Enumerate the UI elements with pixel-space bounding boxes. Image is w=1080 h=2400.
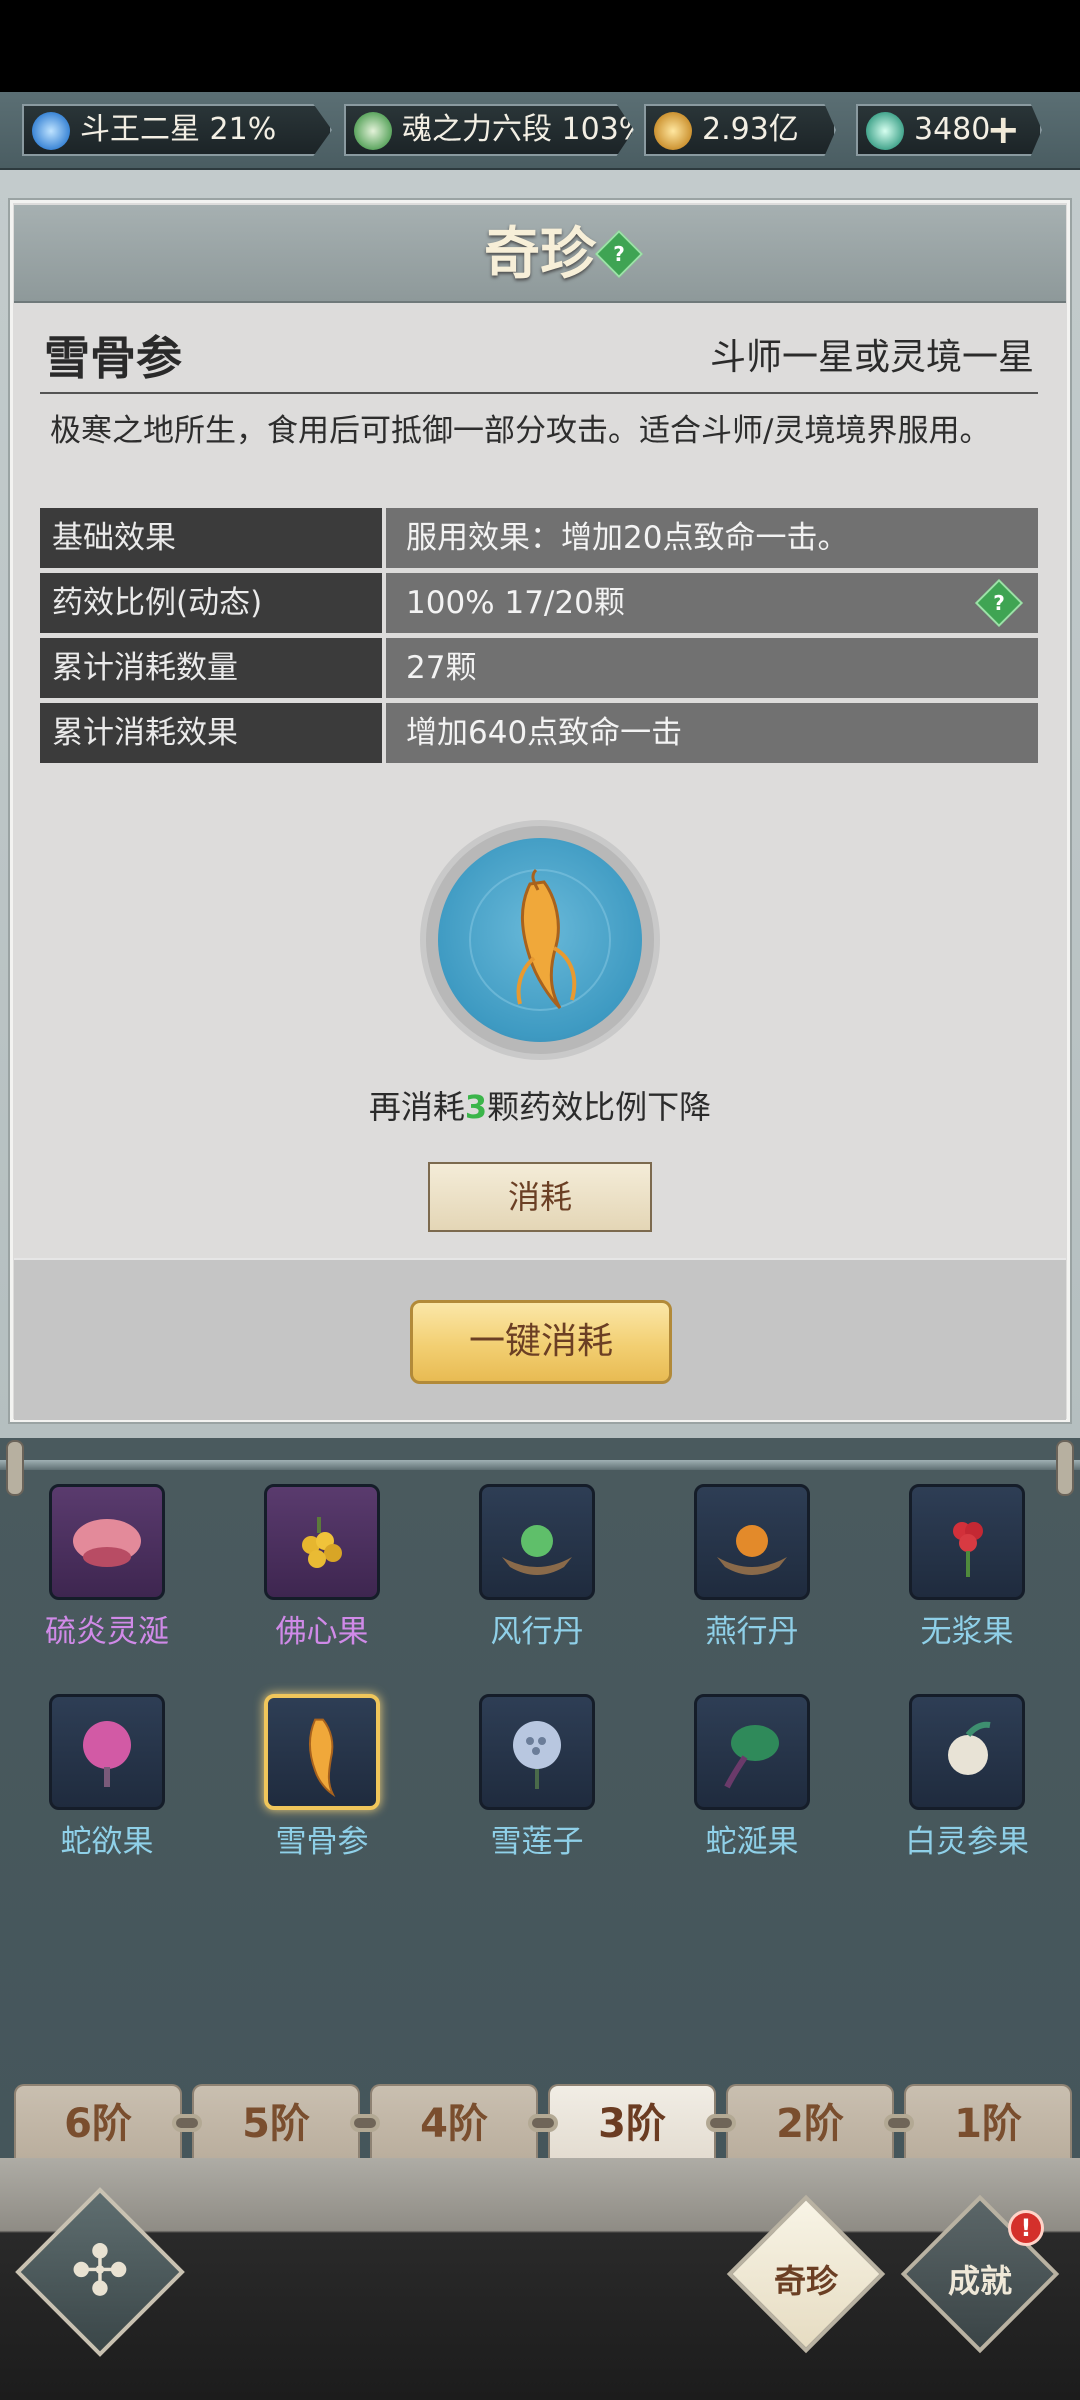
inventory-item[interactable]: 硫炎灵涎: [17, 1484, 197, 1651]
inventory-item-label: 硫炎灵涎: [45, 1614, 169, 1650]
item-requirement: 斗师一星或灵境一星: [709, 337, 1034, 378]
buddha-fruit-icon: [264, 1484, 380, 1600]
stat-value: 100% 17/20颗 ?: [386, 573, 1038, 633]
stat-key: 基础效果: [40, 508, 382, 568]
inventory-item[interactable]: 雪骨参: [232, 1694, 412, 1861]
swirl-emblem-icon: ✣: [70, 2230, 130, 2312]
inventory-item[interactable]: 无浆果: [877, 1484, 1057, 1651]
add-jade-button[interactable]: +: [986, 106, 1020, 154]
gold-amount: 2.93亿: [702, 112, 799, 147]
rank-label: 斗王二星 21%: [80, 112, 277, 147]
rank-resource[interactable]: 斗王二星 21%: [22, 104, 332, 156]
consume-button[interactable]: 消耗: [428, 1162, 652, 1232]
inventory-item[interactable]: 蛇涎果: [662, 1694, 842, 1861]
ginseng-icon: [438, 838, 642, 1042]
stat-row-total-consumed: 累计消耗数量 27颗: [40, 638, 1038, 698]
item-name: 雪骨参: [44, 331, 182, 385]
inventory-item-label: 雪莲子: [490, 1824, 584, 1860]
inventory-item-label: 雪骨参: [275, 1824, 369, 1860]
inventory-item-label: 白灵参果: [905, 1824, 1029, 1860]
wind-pill-icon: [479, 1484, 595, 1600]
tab-tier-3[interactable]: 3阶: [548, 2084, 716, 2164]
lotus-seed-icon: [479, 1694, 595, 1810]
stat-row-base-effect: 基础效果 服用效果：增加20点致命一击。: [40, 508, 1038, 568]
status-bar: [0, 0, 1080, 92]
potency-help-icon[interactable]: ?: [974, 578, 1024, 628]
chain-link: [528, 2114, 558, 2132]
inventory-item-label: 蛇欲果: [60, 1824, 154, 1860]
snow-ginseng-icon: [264, 1694, 380, 1810]
inventory-item-label: 蛇涎果: [705, 1824, 799, 1860]
inventory-item-label: 燕行丹: [705, 1614, 799, 1650]
achievement-tab-label: 成就: [947, 2262, 1012, 2300]
resource-bar: 斗王二星 21% 魂之力六段 103% 2.93亿 3480 +: [0, 92, 1080, 170]
potency-ratio-value: 100% 17/20颗: [406, 585, 625, 621]
jade-amount: 3480: [914, 112, 991, 147]
treasure-tab-label: 奇珍: [773, 2262, 838, 2300]
snake-fruit-icon: [49, 1694, 165, 1810]
inventory-item[interactable]: 佛心果: [232, 1484, 412, 1651]
stat-key: 药效比例(动态): [40, 573, 382, 633]
fungus-icon: [49, 1484, 165, 1600]
stat-key: 累计消耗效果: [40, 703, 382, 763]
stat-value: 服用效果：增加20点致命一击。: [386, 508, 1038, 568]
notification-badge: !: [1008, 2210, 1044, 2246]
white-ginseng-fruit-icon: [909, 1694, 1025, 1810]
soul-power-resource[interactable]: 魂之力六段 103%: [344, 104, 634, 156]
inventory-item[interactable]: 燕行丹: [662, 1484, 842, 1651]
soul-swirl-icon: [354, 112, 392, 150]
gold-coin-icon: [654, 112, 692, 150]
stat-value: 增加640点致命一击: [386, 703, 1038, 763]
inventory-item[interactable]: 白灵参果: [877, 1694, 1057, 1861]
panel-title: 奇珍: [484, 221, 596, 287]
stat-row-total-effect: 累计消耗效果 增加640点致命一击: [40, 703, 1038, 763]
inventory-item[interactable]: 雪莲子: [447, 1694, 627, 1861]
tab-tier-6[interactable]: 6阶: [14, 2084, 182, 2164]
tab-tier-2[interactable]: 2阶: [726, 2084, 894, 2164]
chain-link: [350, 2114, 380, 2132]
soul-power-label: 魂之力六段 103%: [402, 112, 648, 147]
tab-tier-4[interactable]: 4阶: [370, 2084, 538, 2164]
jade-gem-icon: [866, 112, 904, 150]
inventory-item-label: 佛心果: [275, 1614, 369, 1650]
tab-tier-1[interactable]: 1阶: [904, 2084, 1072, 2164]
stat-row-potency-ratio: 药效比例(动态) 100% 17/20颗 ?: [40, 573, 1038, 633]
chain-link: [706, 2114, 736, 2132]
tier-tabs: 6阶 5阶 4阶 3阶 2阶 1阶: [14, 2084, 1072, 2164]
divider: [40, 392, 1038, 394]
consume-note: 再消耗3颗药效比例下降: [368, 1088, 712, 1126]
gold-resource[interactable]: 2.93亿: [644, 104, 836, 156]
stats-table: 基础效果 服用效果：增加20点致命一击。 药效比例(动态) 100% 17/20…: [40, 508, 1038, 768]
panel-header: 奇珍 ?: [14, 205, 1066, 303]
inventory-item[interactable]: 风行丹: [447, 1484, 627, 1651]
consume-all-button[interactable]: 一键消耗: [410, 1300, 672, 1384]
item-description: 极寒之地所生，食用后可抵御一部分攻击。适合斗师/灵境境界服用。: [50, 413, 991, 449]
jade-resource[interactable]: 3480 +: [856, 104, 1042, 156]
swallow-pill-icon: [694, 1484, 810, 1600]
remaining-count: 3: [464, 1088, 488, 1126]
inventory-item-label: 无浆果: [920, 1614, 1014, 1650]
chain-link: [884, 2114, 914, 2132]
chain-link: [172, 2114, 202, 2132]
item-image: [420, 820, 660, 1060]
snake-saliva-fruit-icon: [694, 1694, 810, 1810]
flame-rank-icon: [32, 112, 70, 150]
inventory-item[interactable]: 蛇欲果: [17, 1694, 197, 1861]
stat-key: 累计消耗数量: [40, 638, 382, 698]
tab-tier-5[interactable]: 5阶: [192, 2084, 360, 2164]
berry-icon: [909, 1484, 1025, 1600]
hanging-rod: [0, 1460, 1080, 1470]
rod-end-right: [1056, 1440, 1074, 1496]
inventory-item-label: 风行丹: [490, 1614, 584, 1650]
stat-value: 27颗: [386, 638, 1038, 698]
